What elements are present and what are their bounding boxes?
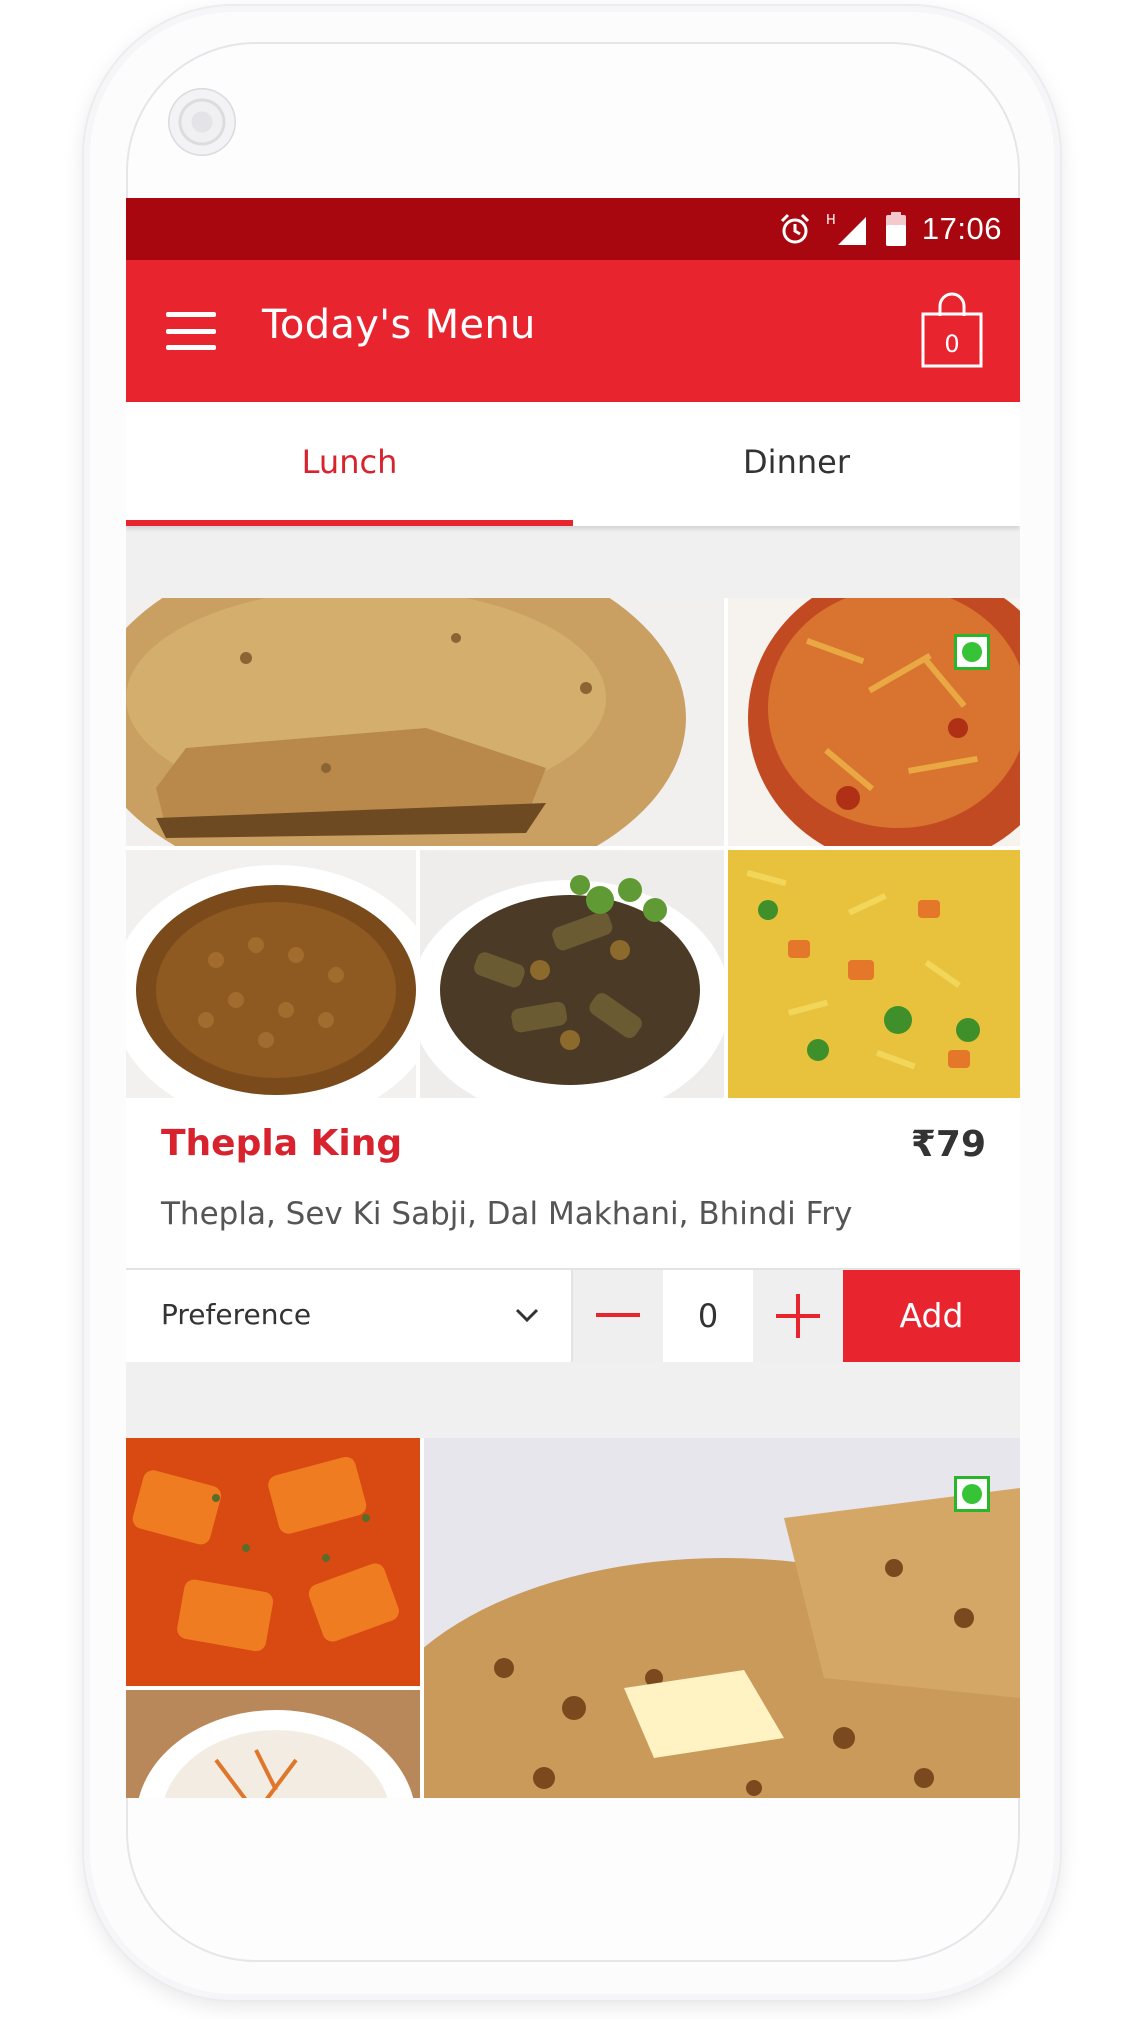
preference-label: Preference bbox=[161, 1298, 312, 1331]
chevron-down-icon bbox=[515, 1308, 539, 1323]
item-name: Thepla King bbox=[161, 1123, 403, 1164]
app-bar: Today's Menu 0 bbox=[126, 260, 1020, 402]
paneer-curry-image bbox=[126, 1438, 420, 1686]
cart-count: 0 bbox=[944, 330, 959, 358]
tab-dinner[interactable]: Dinner bbox=[573, 402, 1020, 526]
increase-quantity-button[interactable] bbox=[753, 1270, 843, 1362]
page-title: Today's Menu bbox=[262, 302, 536, 348]
hamburger-menu-icon[interactable] bbox=[166, 312, 216, 350]
minus-icon bbox=[596, 1313, 640, 1317]
item-price: ₹79 bbox=[910, 1124, 986, 1165]
meal-tabs: Lunch Dinner bbox=[126, 402, 1020, 526]
add-button[interactable]: Add bbox=[843, 1270, 1020, 1362]
tab-indicator bbox=[126, 520, 573, 526]
shopping-bag-icon[interactable]: 0 bbox=[920, 292, 984, 368]
status-time: 17:06 bbox=[921, 211, 1002, 246]
dal-image bbox=[126, 850, 416, 1098]
thepla-image bbox=[126, 598, 724, 846]
preference-dropdown[interactable]: Preference bbox=[126, 1270, 573, 1362]
sev-sabji-image bbox=[728, 598, 1020, 846]
tab-lunch[interactable]: Lunch bbox=[126, 402, 573, 526]
svg-text:H: H bbox=[826, 213, 836, 228]
decrease-quantity-button[interactable] bbox=[573, 1270, 663, 1362]
battery-icon bbox=[885, 212, 906, 246]
item-description: Thepla, Sev Ki Sabji, Dal Makhani, Bhind… bbox=[161, 1196, 853, 1232]
veg-indicator-icon bbox=[954, 1476, 990, 1512]
signal-icon: H bbox=[826, 213, 866, 245]
menu-item-card[interactable]: Thepla King ₹79 Thepla, Sev Ki Sabji, Da… bbox=[126, 598, 1020, 1362]
bhindi-fry-image bbox=[420, 850, 724, 1098]
status-bar: H 17:06 bbox=[126, 198, 1020, 260]
plus-icon bbox=[776, 1294, 820, 1338]
pulao-image bbox=[728, 850, 1020, 1098]
quantity-value: 0 bbox=[663, 1270, 753, 1362]
app-screen: H 17:06 Today's Menu 0 Lunch Dinner Thep… bbox=[126, 198, 1020, 1798]
paratha-image bbox=[424, 1438, 1020, 1798]
front-camera bbox=[168, 88, 236, 156]
item-actions: Preference 0 Add bbox=[126, 1268, 1020, 1362]
raita-image bbox=[126, 1690, 420, 1798]
alarm-icon bbox=[780, 213, 809, 244]
menu-item-card[interactable] bbox=[126, 1438, 1020, 1798]
veg-indicator-icon bbox=[954, 634, 990, 670]
